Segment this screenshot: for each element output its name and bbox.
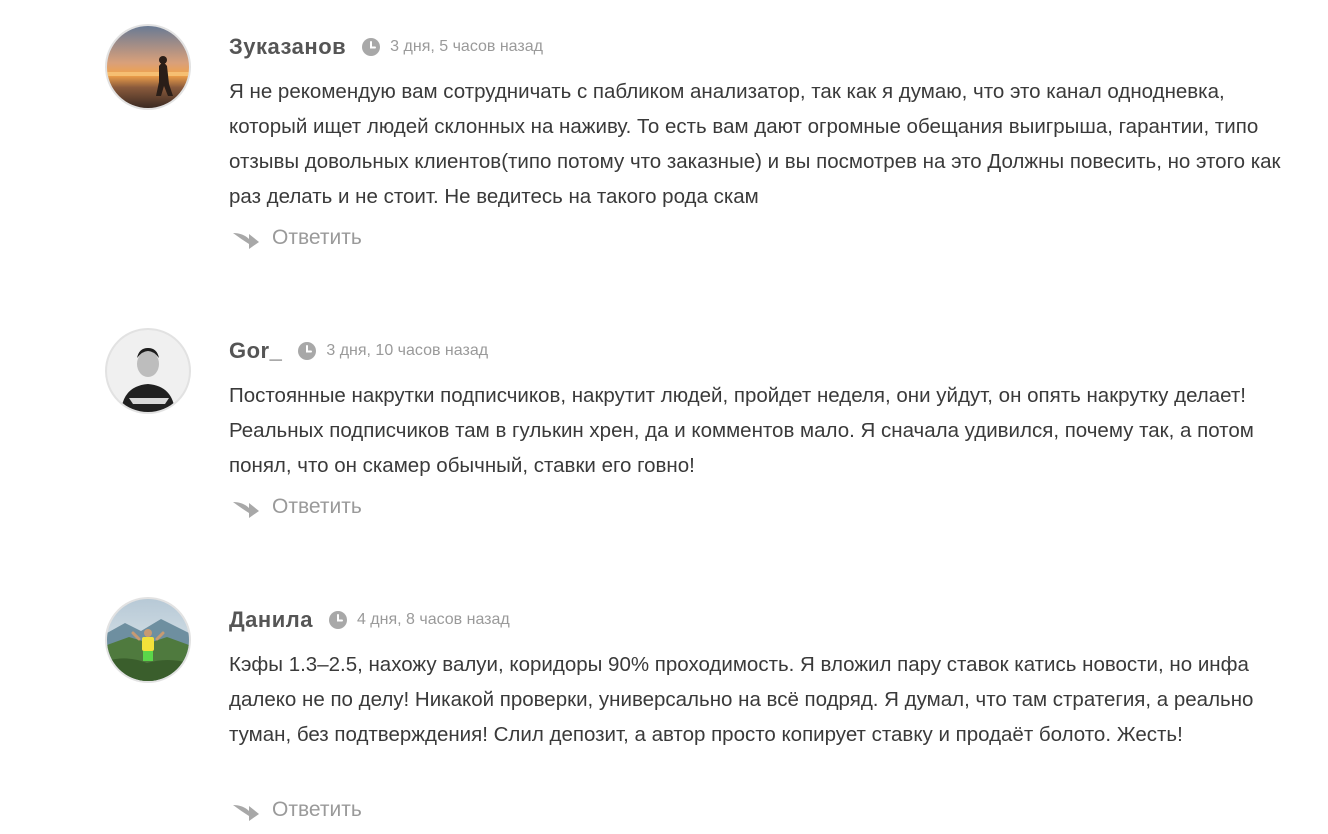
avatar[interactable]: [105, 597, 191, 683]
comment-time[interactable]: 3 дня, 5 часов назад: [390, 38, 543, 56]
comment-text: Постоянные накрутки подписчиков, накрути…: [229, 384, 1254, 477]
reply-button[interactable]: Ответить: [232, 226, 362, 250]
comment-meta: Gor_ 3 дня, 10 часов назад: [229, 336, 488, 366]
reply-arrow-icon: [232, 799, 260, 821]
reply-label: Ответить: [272, 798, 362, 821]
comment-author[interactable]: Данила: [229, 607, 313, 633]
comment-meta: Зуказанов 3 дня, 5 часов назад: [229, 32, 543, 62]
comment-text: Я не рекомендую вам сотрудничать с пабли…: [229, 80, 1281, 208]
comment-author[interactable]: Зуказанов: [229, 34, 346, 60]
reply-arrow-icon: [232, 227, 260, 249]
reply-arrow-icon: [232, 496, 260, 518]
clock-icon: [298, 342, 317, 360]
reply-button[interactable]: Ответить: [232, 495, 362, 519]
comment-meta: Данила 4 дня, 8 часов назад: [229, 605, 510, 635]
avatar[interactable]: [105, 24, 191, 110]
portrait-photo-icon: [107, 330, 189, 412]
sunset-photo-icon: [107, 26, 189, 108]
reply-label: Ответить: [272, 226, 362, 249]
reply-label: Ответить: [272, 495, 362, 518]
reply-button[interactable]: Ответить: [232, 798, 362, 822]
comment-time[interactable]: 4 дня, 8 часов назад: [357, 611, 510, 629]
clock-icon: [362, 38, 381, 56]
comment-time[interactable]: 3 дня, 10 часов назад: [326, 342, 488, 360]
comment-author[interactable]: Gor_: [229, 338, 282, 364]
avatar[interactable]: [105, 328, 191, 414]
mountain-photo-icon: [107, 599, 189, 681]
clock-icon: [328, 611, 347, 629]
comment-text: Кэфы 1.3–2.5, нахожу валуи, коридоры 90%…: [229, 653, 1254, 746]
